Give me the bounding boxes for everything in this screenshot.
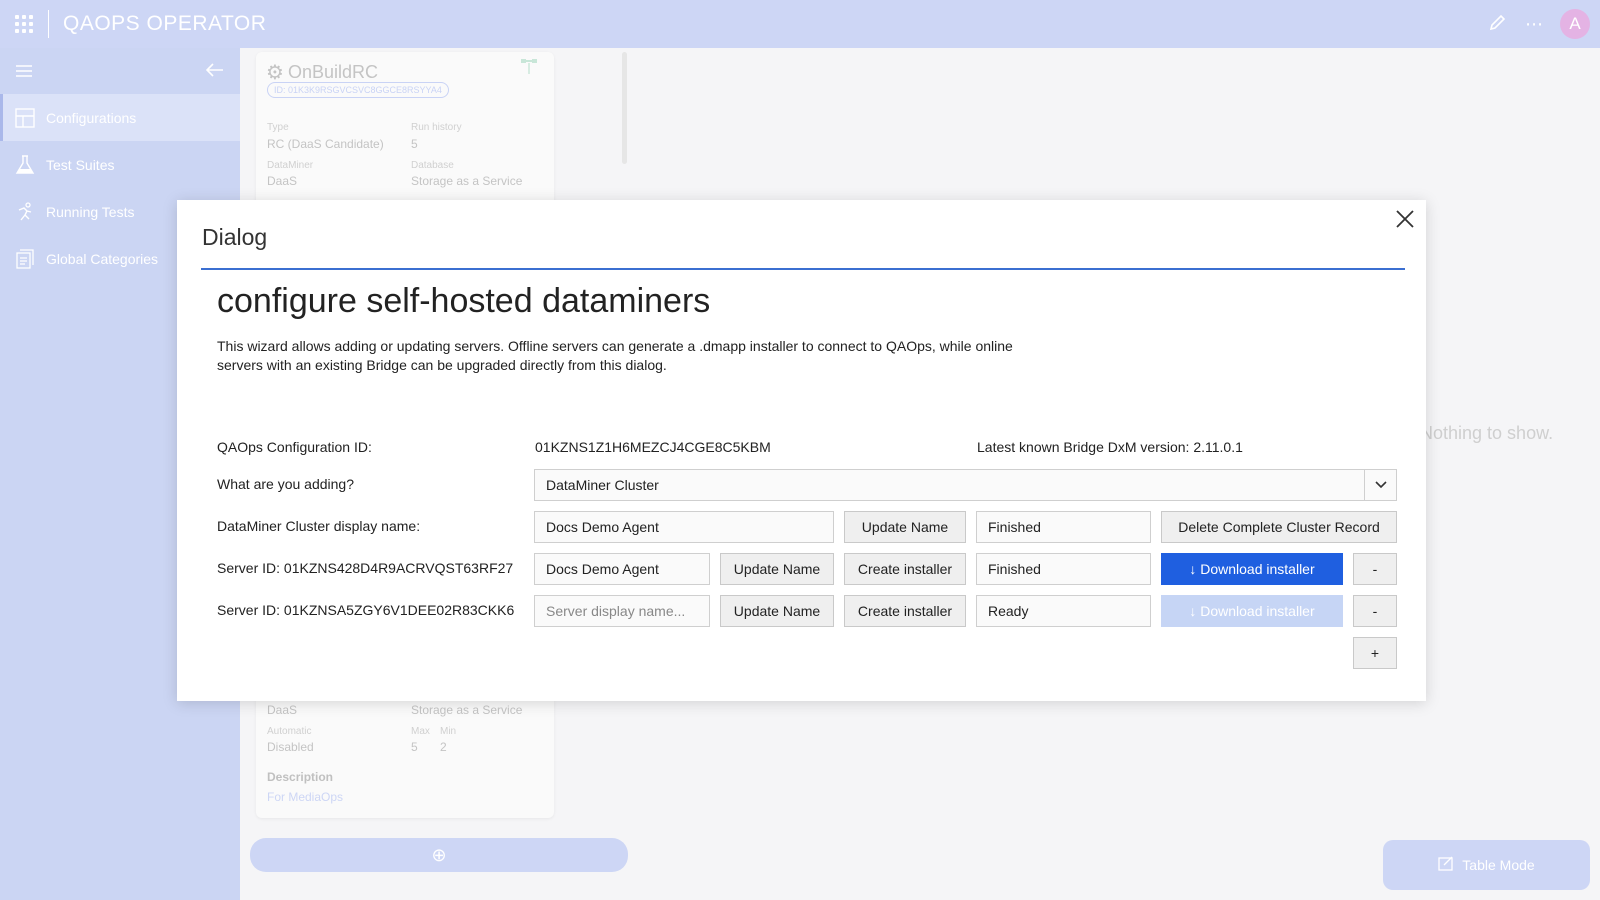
dataminer-value: DaaS	[267, 174, 298, 188]
sidebar-item-label: Test Suites	[46, 156, 115, 173]
empty-state-text: Nothing to show.	[1420, 423, 1554, 443]
create-installer-button[interactable]: Create installer	[844, 553, 966, 585]
apps-grid-icon[interactable]	[0, 0, 48, 48]
database-label: Database	[411, 160, 454, 171]
delete-cluster-record-button[interactable]: Delete Complete Cluster Record	[1161, 511, 1397, 543]
server-name-input[interactable]	[534, 595, 710, 627]
description-label: Description	[267, 770, 334, 784]
flask-icon	[14, 154, 36, 176]
cluster-update-name-button[interactable]: Update Name	[844, 511, 966, 543]
download-installer-button[interactable]: ↓ Download installer	[1161, 553, 1343, 585]
edit-icon[interactable]	[1488, 13, 1508, 36]
run-history-label: Run history	[411, 122, 462, 133]
server-id-label: Server ID: 01KZNSA5ZGY6V1DEE02R83CKK6	[217, 602, 515, 618]
collapse-arrow-icon[interactable]	[205, 61, 224, 82]
database-value: Storage as a Service	[411, 174, 523, 188]
cluster-name-label: DataMiner Cluster display name:	[217, 518, 421, 534]
run-history-value: 5	[411, 137, 418, 151]
wizard-description: This wizard allows adding or updating se…	[217, 338, 1013, 373]
server-name-input[interactable]	[534, 553, 710, 585]
table-mode-icon	[1438, 856, 1454, 875]
title-divider	[48, 10, 49, 38]
server-update-name-button[interactable]: Update Name	[720, 553, 834, 585]
sidebar-item-label: Running Tests	[46, 203, 135, 220]
chevron-down-icon	[1364, 470, 1396, 500]
config-id-label: QAOps Configuration ID:	[217, 439, 372, 455]
scrollbar[interactable]	[622, 52, 627, 164]
table-mode-label: Table Mode	[1462, 857, 1535, 873]
automatic-value: Disabled	[267, 740, 314, 754]
dataminer-label: DataMiner	[267, 160, 314, 171]
min-value: 2	[440, 740, 447, 754]
sidebar-item-label: Global Categories	[46, 250, 159, 267]
more-icon[interactable]: ⋯	[1524, 14, 1544, 35]
avatar[interactable]: A	[1560, 9, 1590, 39]
app-title: QAOPS OPERATOR	[63, 12, 267, 35]
categories-icon	[14, 248, 36, 270]
download-installer-button-disabled: ↓ Download installer	[1161, 595, 1343, 627]
adding-select[interactable]: DataMiner Cluster	[534, 469, 1397, 501]
cluster-name-input[interactable]	[534, 511, 834, 543]
bridge-version: Latest known Bridge DxM version: 2.11.0.…	[977, 439, 1243, 455]
max-label: Max	[411, 726, 430, 737]
type-label: Type	[267, 122, 289, 133]
configurations-icon	[14, 107, 36, 129]
server-status: Finished	[976, 553, 1151, 585]
add-configuration-button[interactable]: ⊕	[250, 838, 628, 872]
remove-server-button[interactable]: -	[1353, 595, 1397, 627]
sidebar-item-configurations[interactable]: Configurations	[0, 94, 240, 141]
lower-dataminer-value: DaaS	[267, 703, 298, 717]
card-title: OnBuildRC	[287, 62, 378, 82]
automatic-label: Automatic	[267, 726, 312, 737]
table-mode-button[interactable]: Table Mode	[1383, 840, 1590, 890]
dialog-title-divider	[201, 268, 1405, 270]
server-update-name-button[interactable]: Update Name	[720, 595, 834, 627]
remove-server-button[interactable]: -	[1353, 553, 1397, 585]
menu-icon[interactable]	[16, 61, 32, 82]
dialog-title: Dialog	[202, 224, 268, 250]
server-status: Ready	[976, 595, 1151, 627]
adding-label: What are you adding?	[217, 476, 354, 492]
close-icon[interactable]	[1392, 206, 1418, 232]
top-bar: QAOPS OPERATOR ⋯ A	[0, 0, 1600, 48]
server-id-label: Server ID: 01KZNS428D4R9ACRVQST63RF27	[217, 560, 514, 576]
wizard-heading: configure self-hosted dataminers	[217, 282, 711, 320]
add-server-button[interactable]: +	[1353, 637, 1397, 669]
max-value: 5	[411, 740, 418, 754]
lower-database-value: Storage as a Service	[411, 703, 523, 717]
type-value: RC (DaaS Candidate)	[267, 137, 384, 151]
sidebar-item-label: Configurations	[46, 109, 137, 126]
config-id-value: 01KZNS1Z1H6MEZCJ4CGE8C5KBM	[535, 439, 771, 455]
min-label: Min	[440, 726, 457, 737]
cluster-status: Finished	[976, 511, 1151, 543]
add-circle-icon: ⊕	[431, 844, 447, 865]
sidebar-item-test-suites[interactable]: Test Suites	[0, 141, 240, 188]
card-id-badge: ID: 01K3K9RSGVCSVC8GGCE8RSYYA4	[267, 82, 449, 98]
running-icon	[14, 201, 36, 223]
adding-select-value: DataMiner Cluster	[546, 477, 659, 493]
card-top-right-icon	[520, 58, 538, 81]
description-value: For MediaOps	[267, 790, 344, 804]
create-installer-button[interactable]: Create installer	[844, 595, 966, 627]
